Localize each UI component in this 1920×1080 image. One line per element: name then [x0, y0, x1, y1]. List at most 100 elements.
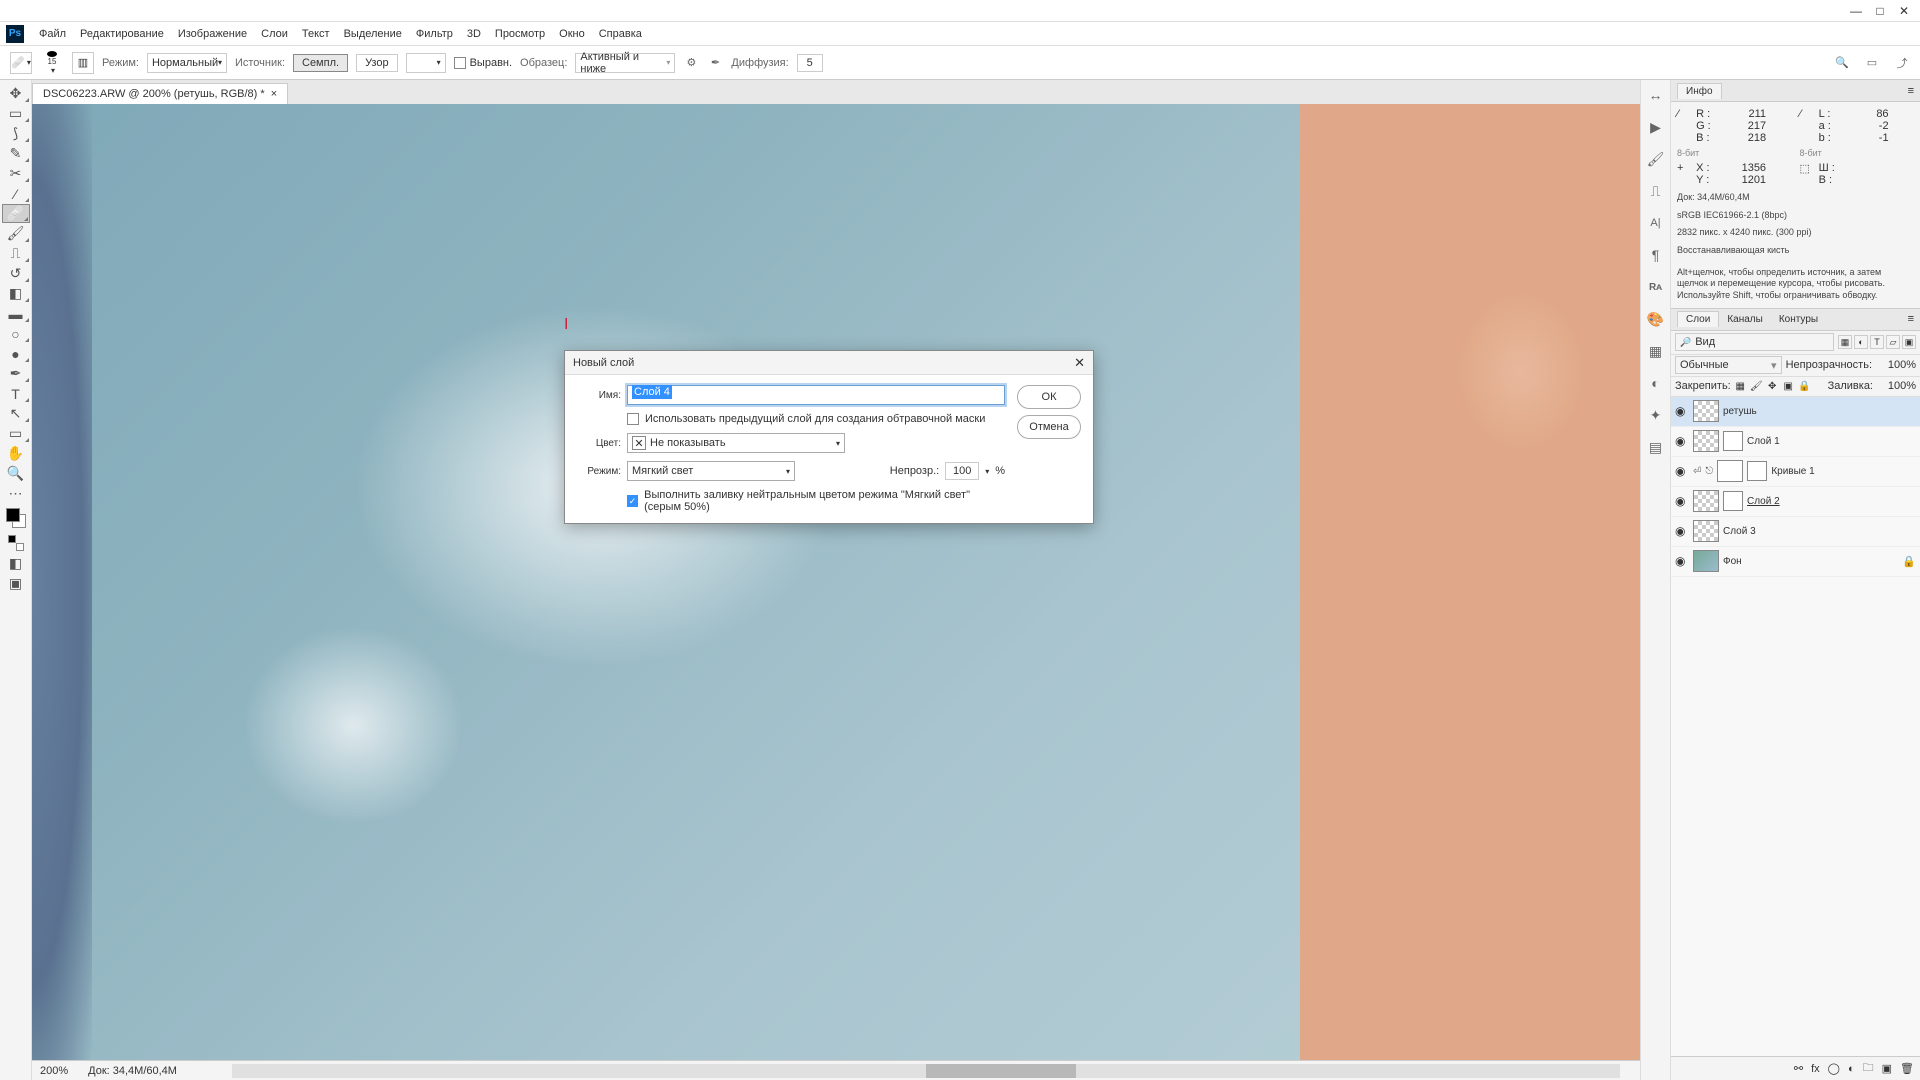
panel-menu-icon[interactable]: ≡: [1908, 313, 1914, 325]
panel-icon-history[interactable]: ↔: [1645, 84, 1667, 106]
source-sampled-button[interactable]: Семпл.: [293, 54, 348, 72]
opacity-input[interactable]: [945, 462, 979, 480]
new-adjustment-icon[interactable]: ◐: [1848, 1063, 1855, 1075]
layer-thumb[interactable]: [1717, 460, 1743, 482]
panel-icon-adjust[interactable]: ◐: [1645, 372, 1667, 394]
mode-select[interactable]: Мягкий свет: [627, 461, 795, 481]
search-icon[interactable]: 🔍: [1834, 55, 1850, 71]
menu-file[interactable]: Файл: [32, 28, 73, 40]
layer-fx-icon[interactable]: fx: [1811, 1063, 1820, 1075]
menu-layer[interactable]: Слои: [254, 28, 295, 40]
panel-icon-styles[interactable]: ✦: [1645, 404, 1667, 426]
brush-preset[interactable]: 15: [40, 51, 64, 75]
panel-icon-swatches[interactable]: ▦: [1645, 340, 1667, 362]
eraser-tool[interactable]: ◧: [2, 284, 30, 303]
layer-thumb[interactable]: [1693, 400, 1719, 422]
move-tool[interactable]: ✥: [2, 84, 30, 103]
pattern-picker[interactable]: [406, 53, 446, 73]
layer-thumb[interactable]: [1693, 550, 1719, 572]
horizontal-scrollbar[interactable]: [232, 1064, 1620, 1078]
visibility-icon[interactable]: ◉: [1675, 494, 1689, 508]
doc-size[interactable]: Док: 34,4M/60,4M: [88, 1065, 177, 1077]
cancel-button[interactable]: Отмена: [1017, 415, 1081, 439]
crop-tool[interactable]: ✂: [2, 164, 30, 183]
quick-share-icon[interactable]: ▭: [1864, 55, 1880, 71]
panel-menu-icon[interactable]: ≡: [1908, 85, 1914, 97]
menu-filter[interactable]: Фильтр: [409, 28, 460, 40]
pen-tool[interactable]: ✒: [2, 364, 30, 383]
lock-nested-icon[interactable]: ▣: [1782, 380, 1795, 393]
dodge-tool[interactable]: ●: [2, 344, 30, 363]
panel-icon-char[interactable]: A|: [1645, 212, 1667, 234]
layer-thumb[interactable]: [1693, 430, 1719, 452]
blur-tool[interactable]: ○: [2, 324, 30, 343]
panel-icon-brushes[interactable]: 🖌: [1645, 148, 1667, 170]
panel-icon-clone[interactable]: ⎍: [1645, 180, 1667, 202]
quick-select-tool[interactable]: ✎: [2, 144, 30, 163]
fill-neutral-checkbox[interactable]: ✓: [627, 495, 638, 507]
layer-item[interactable]: ◉ Слой 2: [1671, 487, 1920, 517]
link-layers-icon[interactable]: ⚯: [1794, 1062, 1803, 1075]
window-minimize[interactable]: —: [1844, 3, 1868, 19]
filter-smart-icon[interactable]: ▣: [1902, 335, 1916, 349]
layer-item[interactable]: ◉ Фон 🔒: [1671, 547, 1920, 577]
color-swatches[interactable]: [6, 508, 26, 528]
menu-view[interactable]: Просмотр: [488, 28, 552, 40]
menu-3d[interactable]: 3D: [460, 28, 488, 40]
lock-transparent-icon[interactable]: ▦: [1734, 380, 1747, 393]
panel-icon-glyph[interactable]: Rᴀ: [1645, 276, 1667, 298]
opacity-value[interactable]: 100%: [1876, 359, 1916, 371]
visibility-icon[interactable]: ◉: [1675, 554, 1689, 568]
aligned-checkbox[interactable]: Выравн.: [454, 57, 512, 69]
color-select[interactable]: ✕ Не показывать: [627, 433, 845, 453]
menu-type[interactable]: Текст: [295, 28, 337, 40]
layer-item[interactable]: ◉ Слой 3: [1671, 517, 1920, 547]
layer-item[interactable]: ◉ Слой 1: [1671, 427, 1920, 457]
history-brush-tool[interactable]: ↺: [2, 264, 30, 283]
marquee-tool[interactable]: ▭: [2, 104, 30, 123]
layer-thumb[interactable]: [1693, 490, 1719, 512]
window-maximize[interactable]: □: [1868, 3, 1892, 19]
layer-name-input[interactable]: Слой 4: [627, 385, 1005, 405]
brush-tool[interactable]: 🖌: [2, 224, 30, 243]
lasso-tool[interactable]: ⟆: [2, 124, 30, 143]
layer-item[interactable]: ◉ ретушь: [1671, 397, 1920, 427]
fill-value[interactable]: 100%: [1876, 380, 1916, 392]
ignore-adj-icon[interactable]: ⚙: [683, 55, 699, 71]
document-tab[interactable]: DSC06223.ARW @ 200% (ретушь, RGB/8) * ×: [32, 83, 288, 104]
screen-mode-tool[interactable]: ▣: [2, 574, 30, 593]
menu-help[interactable]: Справка: [592, 28, 649, 40]
blend-mode-select[interactable]: Обычные: [1675, 356, 1782, 374]
visibility-icon[interactable]: ◉: [1675, 464, 1689, 478]
filter-pixel-icon[interactable]: ▦: [1838, 335, 1852, 349]
canvas[interactable]: I: [32, 104, 1640, 1060]
layer-item[interactable]: ◉ ⏎ ⎋ Кривые 1: [1671, 457, 1920, 487]
default-colors-icon[interactable]: [8, 535, 24, 551]
delete-layer-icon[interactable]: 🗑: [1900, 1062, 1914, 1075]
lock-all-icon[interactable]: 🔒: [1798, 380, 1811, 393]
ok-button[interactable]: ОК: [1017, 385, 1081, 409]
tab-close-icon[interactable]: ×: [271, 88, 277, 100]
visibility-icon[interactable]: ◉: [1675, 434, 1689, 448]
menu-window[interactable]: Окно: [552, 28, 592, 40]
add-mask-icon[interactable]: ◯: [1828, 1062, 1840, 1075]
window-close[interactable]: ✕: [1892, 3, 1916, 19]
visibility-icon[interactable]: ◉: [1675, 524, 1689, 538]
panel-icon-para[interactable]: ¶: [1645, 244, 1667, 266]
quick-mask-tool[interactable]: ◧: [2, 554, 30, 573]
zoom-tool[interactable]: 🔍: [2, 464, 30, 483]
brush-settings-icon[interactable]: ▥: [72, 52, 94, 74]
shape-tool[interactable]: ▭: [2, 424, 30, 443]
clip-checkbox[interactable]: [627, 413, 639, 425]
tab-channels[interactable]: Каналы: [1719, 312, 1771, 327]
edit-toolbar[interactable]: ⋯: [2, 484, 30, 503]
filter-type-icon[interactable]: T: [1870, 335, 1884, 349]
sample-select[interactable]: Активный и ниже: [575, 53, 675, 73]
pressure-icon[interactable]: ✒: [707, 55, 723, 71]
layer-thumb[interactable]: [1693, 520, 1719, 542]
source-pattern-button[interactable]: Узор: [356, 54, 398, 72]
menu-select[interactable]: Выделение: [337, 28, 409, 40]
menu-edit[interactable]: Редактирование: [73, 28, 171, 40]
dialog-close-icon[interactable]: ✕: [1074, 355, 1085, 371]
lock-image-icon[interactable]: 🖌: [1750, 380, 1763, 393]
